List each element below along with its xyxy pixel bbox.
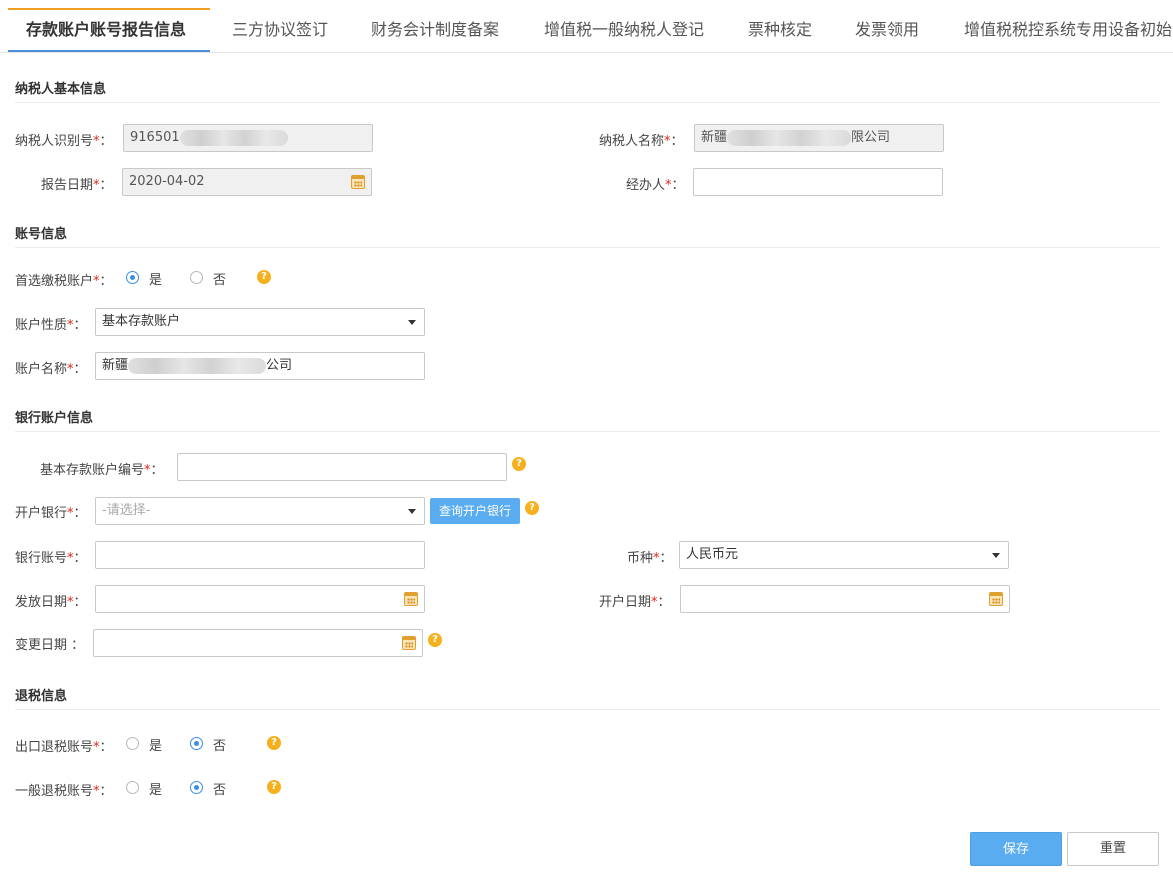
preferred-no-radio[interactable] xyxy=(190,271,203,284)
export-refund-yes-label[interactable]: 是 xyxy=(149,735,162,754)
tab-accounting-filing[interactable]: 财务会计制度备案 xyxy=(371,8,499,52)
redacted-blur xyxy=(179,129,288,146)
bank-account-no-label: 银行账号*： xyxy=(15,551,87,566)
basic-account-no-input[interactable] xyxy=(177,453,507,481)
help-icon[interactable]: ? xyxy=(257,270,271,284)
tab-invoice-collection[interactable]: 发票领用 xyxy=(855,8,919,52)
general-refund-yes-radio[interactable] xyxy=(126,781,139,794)
section-title-refund: 退税信息 xyxy=(15,689,68,704)
section-divider xyxy=(15,247,1160,248)
calendar-icon[interactable] xyxy=(351,175,365,189)
taxpayer-id-label: 纳税人识别号*： xyxy=(15,134,113,149)
section-divider xyxy=(15,102,1160,103)
taxpayer-id-field[interactable]: 916501 xyxy=(123,124,373,152)
currency-select[interactable]: 人民币元 xyxy=(679,541,1009,569)
change-date-label: 变更日期 ： xyxy=(15,638,85,653)
section-divider xyxy=(15,709,1160,710)
account-name-input[interactable]: 新疆 公司 xyxy=(95,352,425,380)
bank-select[interactable]: -请选择- xyxy=(95,497,425,525)
issue-date-input[interactable] xyxy=(95,585,425,613)
bank-account-no-input[interactable] xyxy=(95,541,425,569)
redacted-blur xyxy=(128,357,267,374)
calendar-icon[interactable] xyxy=(989,592,1003,606)
currency-label: 币种*： xyxy=(627,551,673,566)
help-icon[interactable]: ? xyxy=(267,780,281,794)
tab-bar: 存款账户账号报告信息 三方协议签订 财务会计制度备案 增值税一般纳税人登记 票种… xyxy=(0,0,1173,53)
section-title-bank: 银行账户信息 xyxy=(15,411,94,426)
general-refund-yes-label[interactable]: 是 xyxy=(149,779,162,798)
basic-account-no-label: 基本存款账户编号*： xyxy=(40,463,164,478)
general-refund-no-label[interactable]: 否 xyxy=(213,779,226,798)
tab-vat-general-registration[interactable]: 增值税一般纳税人登记 xyxy=(544,8,704,52)
section-divider xyxy=(15,431,1160,432)
report-date-field[interactable]: 2020-04-02 xyxy=(122,168,372,196)
chevron-down-icon xyxy=(992,553,1000,558)
redacted-blur xyxy=(727,129,852,146)
calendar-icon[interactable] xyxy=(402,636,416,650)
change-date-input[interactable] xyxy=(93,629,423,657)
help-icon[interactable]: ? xyxy=(525,501,539,515)
section-title-taxpayer: 纳税人基本信息 xyxy=(15,82,107,97)
calendar-icon[interactable] xyxy=(404,592,418,606)
chevron-down-icon xyxy=(408,320,416,325)
open-date-label: 开户日期*： xyxy=(599,595,671,610)
query-bank-button[interactable]: 查询开户银行 xyxy=(430,498,520,524)
taxpayer-name-field[interactable]: 新疆 限公司 xyxy=(694,124,944,152)
bank-label: 开户银行*： xyxy=(15,506,87,521)
taxpayer-name-label: 纳税人名称*： xyxy=(599,134,684,149)
report-date-label: 报告日期*： xyxy=(41,178,113,193)
general-refund-no-radio[interactable] xyxy=(190,781,203,794)
export-refund-yes-radio[interactable] xyxy=(126,737,139,750)
save-button[interactable]: 保存 xyxy=(970,832,1062,866)
handler-input[interactable] xyxy=(693,168,943,196)
account-nature-select[interactable]: 基本存款账户 xyxy=(95,308,425,336)
reset-button[interactable]: 重置 xyxy=(1067,832,1159,866)
handler-label: 经办人*： xyxy=(626,178,685,193)
tab-tripartite-agreement[interactable]: 三方协议签订 xyxy=(232,8,328,52)
chevron-down-icon xyxy=(408,509,416,514)
export-refund-no-label[interactable]: 否 xyxy=(213,735,226,754)
help-icon[interactable]: ? xyxy=(428,633,442,647)
export-refund-label: 出口退税账号*： xyxy=(15,740,113,755)
export-refund-no-radio[interactable] xyxy=(190,737,203,750)
help-icon[interactable]: ? xyxy=(267,736,281,750)
section-title-account: 账号信息 xyxy=(15,227,68,242)
tab-invoice-type-approval[interactable]: 票种核定 xyxy=(748,8,812,52)
preferred-yes-radio[interactable] xyxy=(126,271,139,284)
preferred-no-label[interactable]: 否 xyxy=(213,269,226,288)
issue-date-label: 发放日期*： xyxy=(15,595,87,610)
open-date-input[interactable] xyxy=(680,585,1010,613)
general-refund-label: 一般退税账号*： xyxy=(15,784,113,799)
account-nature-label: 账户性质*： xyxy=(15,318,87,333)
account-name-label: 账户名称*： xyxy=(15,362,87,377)
help-icon[interactable]: ? xyxy=(512,457,526,471)
tab-tax-control-device-init[interactable]: 增值税税控系统专用设备初始 xyxy=(964,8,1172,52)
preferred-yes-label[interactable]: 是 xyxy=(149,269,162,288)
tab-deposit-account-report[interactable]: 存款账户账号报告信息 xyxy=(8,8,210,52)
preferred-account-label: 首选缴税账户*： xyxy=(15,274,113,289)
